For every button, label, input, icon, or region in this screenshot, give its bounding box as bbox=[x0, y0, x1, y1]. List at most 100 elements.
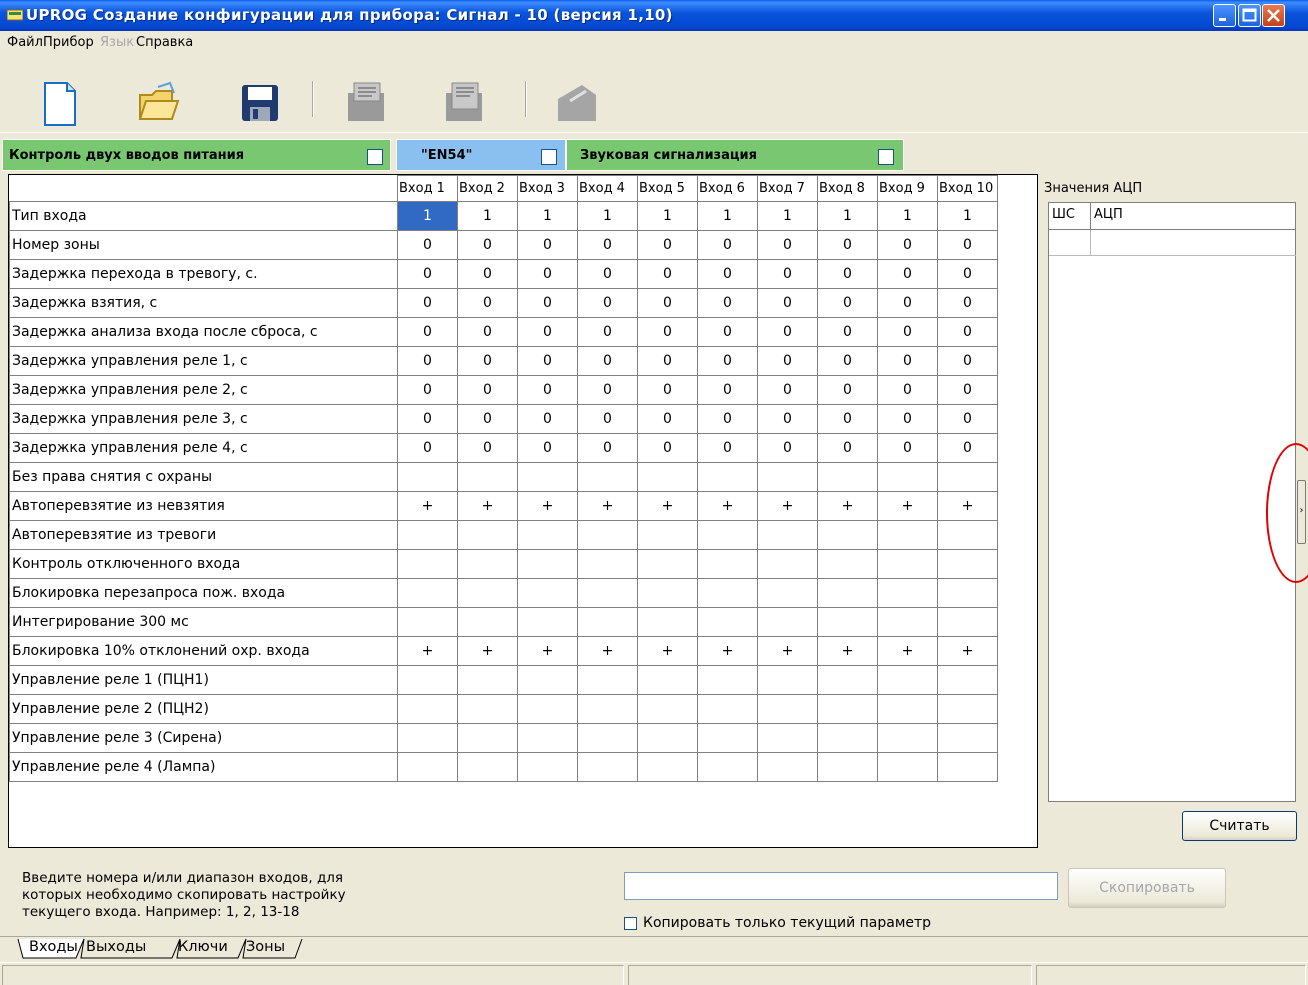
grid-cell[interactable]: 0 bbox=[637, 317, 698, 347]
grid-cell[interactable] bbox=[637, 520, 698, 550]
grid-cell[interactable] bbox=[397, 578, 458, 608]
grid-cell[interactable]: 0 bbox=[757, 317, 818, 347]
grid-cell[interactable]: 0 bbox=[757, 346, 818, 376]
grid-cell[interactable] bbox=[637, 752, 698, 782]
grid-cell[interactable]: 0 bbox=[877, 375, 938, 405]
grid-cell[interactable] bbox=[817, 723, 878, 753]
grid-cell[interactable]: 0 bbox=[877, 317, 938, 347]
grid-cell[interactable] bbox=[577, 694, 638, 724]
grid-cell[interactable]: + bbox=[457, 636, 518, 666]
grid-cell[interactable]: + bbox=[817, 636, 878, 666]
grid-cell[interactable]: 1 bbox=[937, 201, 998, 231]
adc-column-header-adc[interactable]: АЦП bbox=[1091, 203, 1296, 230]
grid-cell[interactable]: 0 bbox=[517, 317, 578, 347]
grid-cell[interactable] bbox=[817, 665, 878, 695]
grid-cell[interactable]: 1 bbox=[697, 201, 758, 231]
grid-cell[interactable] bbox=[877, 520, 938, 550]
read-config-button[interactable] bbox=[340, 81, 396, 133]
grid-cell[interactable] bbox=[817, 549, 878, 579]
grid-cell[interactable]: + bbox=[817, 491, 878, 521]
grid-cell[interactable] bbox=[457, 462, 518, 492]
grid-cell[interactable] bbox=[877, 752, 938, 782]
grid-cell[interactable]: 0 bbox=[517, 433, 578, 463]
grid-cell[interactable]: 1 bbox=[517, 201, 578, 231]
grid-cell[interactable]: 0 bbox=[877, 288, 938, 318]
grid-cell[interactable] bbox=[397, 520, 458, 550]
grid-cell[interactable] bbox=[457, 752, 518, 782]
grid-cell[interactable]: 0 bbox=[877, 404, 938, 434]
grid-cell[interactable] bbox=[937, 462, 998, 492]
grid-cell[interactable] bbox=[877, 549, 938, 579]
grid-cell[interactable] bbox=[457, 520, 518, 550]
column-header[interactable]: Вход 8 bbox=[817, 175, 878, 202]
grid-cell[interactable]: 0 bbox=[517, 346, 578, 376]
grid-cell[interactable]: + bbox=[637, 491, 698, 521]
grid-cell[interactable] bbox=[937, 723, 998, 753]
column-header[interactable]: Вход 4 bbox=[577, 175, 638, 202]
grid-cell[interactable] bbox=[937, 520, 998, 550]
grid-cell[interactable]: 1 bbox=[397, 201, 458, 231]
grid-cell[interactable] bbox=[637, 723, 698, 753]
grid-cell[interactable] bbox=[757, 665, 818, 695]
grid-cell[interactable] bbox=[577, 549, 638, 579]
grid-cell[interactable]: 0 bbox=[457, 259, 518, 289]
grid-cell[interactable]: 0 bbox=[457, 288, 518, 318]
grid-cell[interactable]: 0 bbox=[577, 433, 638, 463]
grid-cell[interactable]: + bbox=[697, 636, 758, 666]
en54-checkbox[interactable] bbox=[541, 149, 557, 165]
grid-cell[interactable]: 0 bbox=[397, 433, 458, 463]
grid-cell[interactable]: 0 bbox=[877, 259, 938, 289]
grid-cell[interactable] bbox=[517, 462, 578, 492]
grid-cell[interactable]: + bbox=[877, 491, 938, 521]
grid-cell[interactable]: 1 bbox=[817, 201, 878, 231]
grid-cell[interactable]: 0 bbox=[877, 346, 938, 376]
grid-cell[interactable] bbox=[637, 607, 698, 637]
grid-cell[interactable] bbox=[577, 723, 638, 753]
grid-cell[interactable]: 0 bbox=[637, 259, 698, 289]
grid-cell[interactable] bbox=[757, 723, 818, 753]
grid-cell[interactable]: + bbox=[577, 491, 638, 521]
grid-cell[interactable] bbox=[517, 520, 578, 550]
grid-cell[interactable]: 1 bbox=[637, 201, 698, 231]
grid-cell[interactable]: 0 bbox=[577, 375, 638, 405]
grid-cell[interactable]: 0 bbox=[757, 288, 818, 318]
grid-cell[interactable]: 0 bbox=[817, 375, 878, 405]
grid-cell[interactable]: + bbox=[937, 636, 998, 666]
grid-cell[interactable]: 0 bbox=[517, 375, 578, 405]
grid-cell[interactable]: 1 bbox=[877, 201, 938, 231]
grid-cell[interactable]: + bbox=[877, 636, 938, 666]
menu-language[interactable]: Язык bbox=[100, 35, 134, 50]
grid-cell[interactable]: + bbox=[397, 491, 458, 521]
minimize-button[interactable] bbox=[1213, 4, 1236, 27]
save-button[interactable] bbox=[238, 81, 294, 133]
grid-cell[interactable] bbox=[397, 752, 458, 782]
grid-cell[interactable] bbox=[877, 578, 938, 608]
grid-cell[interactable] bbox=[577, 578, 638, 608]
grid-cell[interactable] bbox=[577, 520, 638, 550]
column-header[interactable]: Вход 1 bbox=[397, 175, 458, 202]
grid-cell[interactable]: 1 bbox=[577, 201, 638, 231]
column-header[interactable]: Вход 3 bbox=[517, 175, 578, 202]
grid-cell[interactable]: 0 bbox=[937, 288, 998, 318]
grid-cell[interactable] bbox=[577, 462, 638, 492]
grid-cell[interactable] bbox=[937, 607, 998, 637]
column-header[interactable]: Вход 10 bbox=[937, 175, 998, 202]
column-header[interactable]: Вход 9 bbox=[877, 175, 938, 202]
grid-cell[interactable] bbox=[817, 694, 878, 724]
copy-only-current-checkbox[interactable] bbox=[624, 917, 637, 930]
tab-outputs[interactable]: Выходы bbox=[86, 937, 146, 959]
grid-cell[interactable] bbox=[457, 549, 518, 579]
grid-cell[interactable]: + bbox=[637, 636, 698, 666]
grid-cell[interactable]: 0 bbox=[697, 433, 758, 463]
grid-cell[interactable]: 0 bbox=[637, 433, 698, 463]
grid-cell[interactable] bbox=[937, 549, 998, 579]
grid-cell[interactable]: 0 bbox=[937, 230, 998, 260]
grid-cell[interactable] bbox=[937, 694, 998, 724]
grid-cell[interactable]: 0 bbox=[937, 375, 998, 405]
grid-cell[interactable] bbox=[457, 665, 518, 695]
grid-cell[interactable]: 0 bbox=[877, 230, 938, 260]
grid-cell[interactable] bbox=[637, 665, 698, 695]
grid-cell[interactable]: 0 bbox=[817, 433, 878, 463]
grid-cell[interactable]: 0 bbox=[397, 375, 458, 405]
adc-table[interactable]: ШС АЦП bbox=[1048, 202, 1296, 802]
